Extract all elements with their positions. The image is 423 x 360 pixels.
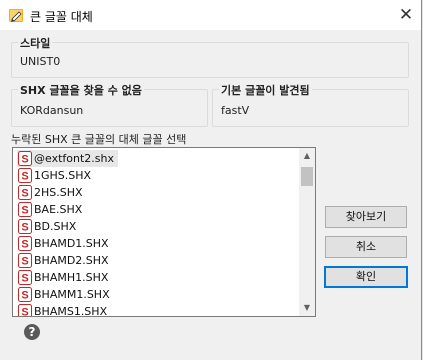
list-item-label: BHAMD2.SHX xyxy=(34,254,109,267)
font-list-scrollbar[interactable]: ▲ ▼ xyxy=(299,148,315,316)
app-pencil-icon xyxy=(9,9,23,22)
shx-font-icon: S xyxy=(18,304,32,318)
list-item-label: BD.SHX xyxy=(34,220,77,233)
style-value: UNIST0 xyxy=(20,55,61,68)
style-group-label: 스타일 xyxy=(18,35,53,51)
list-item[interactable]: S BD.SHX xyxy=(17,218,76,235)
svg-text:S: S xyxy=(21,154,28,166)
shx-font-icon: S xyxy=(18,202,32,217)
list-item[interactable]: S BHAMS1.SHX xyxy=(17,303,108,318)
list-item-label: 1GHS.SHX xyxy=(34,169,92,182)
scroll-up-arrow-icon[interactable]: ▲ xyxy=(299,148,315,164)
substitute-font-dialog: 큰 글꼴 대체 ✕ 스타일 UNIST0 SHX 글꼴을 찾을 수 없음 KOR… xyxy=(0,0,422,360)
list-item-label: BHAMD1.SHX xyxy=(34,237,109,250)
shx-not-found-value: KORdansun xyxy=(20,104,84,117)
shx-font-icon: S xyxy=(18,168,32,183)
ok-button[interactable]: 확인 xyxy=(324,266,408,288)
scroll-down-arrow-icon[interactable]: ▼ xyxy=(299,300,315,316)
svg-text:S: S xyxy=(21,256,28,268)
help-icon[interactable]: ? xyxy=(24,324,40,340)
browse-button[interactable]: 찾아보기 xyxy=(325,206,407,228)
font-list-caption: 누락된 SHX 큰 글꼴의 대체 글꼴 선택 xyxy=(11,133,187,146)
shx-font-icon: S xyxy=(18,236,32,251)
list-item-label: BHAMM1.SHX xyxy=(34,288,110,301)
window-title: 큰 글꼴 대체 xyxy=(30,10,93,24)
bigfont-found-group: 기본 글꼴이 발견됨 fastV xyxy=(212,82,409,127)
list-item[interactable]: S 2HS.SHX xyxy=(17,184,83,201)
scroll-thumb[interactable] xyxy=(301,167,313,186)
list-item[interactable]: S BHAMD1.SHX xyxy=(17,235,109,252)
list-item[interactable]: S BHAMM1.SHX xyxy=(17,286,110,303)
shx-font-icon: S xyxy=(18,219,32,234)
list-item-label: BHAMH1.SHX xyxy=(34,271,109,284)
svg-text:S: S xyxy=(21,205,28,217)
bigfont-found-value: fastV xyxy=(221,104,250,117)
shx-not-found-group: SHX 글꼴을 찾을 수 없음 KORdansun xyxy=(11,82,208,127)
svg-text:S: S xyxy=(21,239,28,251)
shx-font-icon: S xyxy=(18,185,32,200)
svg-text:S: S xyxy=(21,307,28,318)
list-item[interactable]: S 1GHS.SHX xyxy=(17,167,91,184)
list-item-label: @extfont2.shx xyxy=(34,152,114,165)
list-item[interactable]: S BHAMD2.SHX xyxy=(17,252,109,269)
list-item[interactable]: S BAE.SHX xyxy=(17,201,82,218)
svg-text:S: S xyxy=(21,188,28,200)
shx-font-icon: S xyxy=(18,287,32,302)
style-group: 스타일 UNIST0 xyxy=(11,35,409,78)
svg-text:S: S xyxy=(21,222,28,234)
list-item-label: 2HS.SHX xyxy=(34,186,83,199)
close-icon: ✕ xyxy=(398,5,414,25)
title-bar: 큰 글꼴 대체 ✕ xyxy=(0,0,421,30)
shx-font-icon: S xyxy=(18,151,32,166)
svg-text:S: S xyxy=(21,290,28,302)
shx-font-icon: S xyxy=(18,270,32,285)
list-item[interactable]: S BHAMH1.SHX xyxy=(17,269,108,286)
close-button[interactable]: ✕ xyxy=(391,0,421,30)
svg-text:S: S xyxy=(21,273,28,285)
cancel-button[interactable]: 취소 xyxy=(325,236,407,258)
list-item-label: BAE.SHX xyxy=(34,203,83,216)
shx-not-found-label: SHX 글꼴을 찾을 수 없음 xyxy=(18,82,144,98)
shx-font-icon: S xyxy=(18,253,32,268)
bigfont-found-label: 기본 글꼴이 발견됨 xyxy=(219,82,312,98)
font-listbox[interactable]: S @extfont2.shx S 1GHS.SHX S 2HS.SHX S BAE.SHX S… xyxy=(12,147,316,317)
list-item-label: BHAMS1.SHX xyxy=(34,305,108,317)
list-item[interactable]: S @extfont2.shx xyxy=(17,150,118,167)
svg-text:S: S xyxy=(21,171,28,183)
